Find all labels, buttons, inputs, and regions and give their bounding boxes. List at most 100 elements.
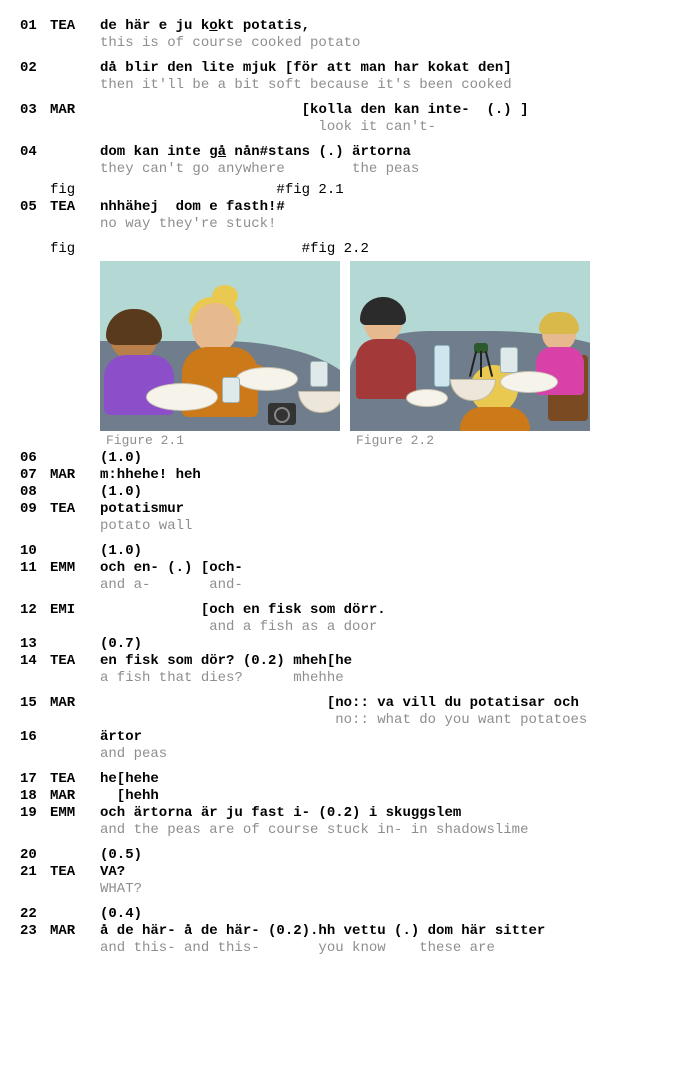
utterance: (1.0): [100, 484, 665, 500]
gloss-text: look it can't-: [100, 119, 665, 135]
speaker-label: fig: [50, 241, 100, 257]
transcript-row: 21TEAVA?: [20, 864, 665, 880]
transcript-row: 06 (1.0): [20, 450, 665, 466]
gloss-row: and a- and-: [20, 577, 665, 593]
speaker-label: fig: [50, 182, 100, 198]
fig-reference: #fig 2.2: [100, 241, 665, 257]
transcript-row: 03MAR [kolla den kan inte- (.) ]: [20, 102, 665, 118]
gloss-row: then it'll be a bit soft because it's be…: [20, 77, 665, 93]
figures-row: Figure 2.1 Figure 2.2: [100, 261, 665, 448]
gloss-text: and the peas are of course stuck in- in …: [100, 822, 665, 838]
line-number: 02: [20, 60, 50, 76]
line-number: 06: [20, 450, 50, 466]
line-number: 04: [20, 144, 50, 160]
utterance: en fisk som dör? (0.2) mheh[he: [100, 653, 665, 669]
speaker-label: TEA: [50, 771, 100, 787]
utterance: och en- (.) [och-: [100, 560, 665, 576]
utterance: å de här- å de här- (0.2).hh vettu (.) d…: [100, 923, 665, 939]
transcript-row: 13(0.7): [20, 636, 665, 652]
line-number: 10: [20, 543, 50, 559]
gloss-text: WHAT?: [100, 881, 665, 897]
line-number: 14: [20, 653, 50, 669]
fig-reference: #fig 2.1: [100, 182, 665, 198]
speaker-label: MAR: [50, 695, 100, 711]
gloss-row: no way they're stuck!: [20, 216, 665, 232]
gloss-text: and a- and-: [100, 577, 665, 593]
fig-reference-row: fig #fig 2.1: [20, 182, 665, 198]
speaker-label: TEA: [50, 653, 100, 669]
gloss-text: no way they're stuck!: [100, 216, 665, 232]
line-number: 11: [20, 560, 50, 576]
line-number: 15: [20, 695, 50, 711]
utterance: då blir den lite mjuk [för att man har k…: [100, 60, 665, 76]
gloss-row: and peas: [20, 746, 665, 762]
utterance: [hehh: [100, 788, 665, 804]
utterance: [kolla den kan inte- (.) ]: [100, 102, 665, 118]
transcript-row: 16ärtor: [20, 729, 665, 745]
utterance: VA?: [100, 864, 665, 880]
utterance: potatismur: [100, 501, 665, 517]
gloss-text: and a fish as a door: [100, 619, 665, 635]
transcript-row: 09TEApotatismur: [20, 501, 665, 517]
gloss-row: and the peas are of course stuck in- in …: [20, 822, 665, 838]
line-number: 23: [20, 923, 50, 939]
line-number: 19: [20, 805, 50, 821]
gloss-row: and a fish as a door: [20, 619, 665, 635]
gloss-text: they can't go anywhere the peas: [100, 161, 665, 177]
utterance: m:hhehe! heh: [100, 467, 665, 483]
utterance: nhhähej dom e fasth!#: [100, 199, 665, 215]
speaker-label: MAR: [50, 467, 100, 483]
line-number: 17: [20, 771, 50, 787]
gloss-text: then it'll be a bit soft because it's be…: [100, 77, 665, 93]
line-number: 03: [20, 102, 50, 118]
line-number: 18: [20, 788, 50, 804]
transcript-row: 04dom kan inte gå nån#stans (.) ärtorna: [20, 144, 665, 160]
line-number: 21: [20, 864, 50, 880]
line-number: 07: [20, 467, 50, 483]
utterance: he[hehe: [100, 771, 665, 787]
transcript-row: 07MARm:hhehe! heh: [20, 467, 665, 483]
speaker-label: MAR: [50, 102, 100, 118]
transcript-row: 01TEAde här e ju kokt potatis,: [20, 18, 665, 34]
gloss-text: a fish that dies? mhehhe: [100, 670, 665, 686]
transcript-row: 18MAR [hehh: [20, 788, 665, 804]
gloss-row: no:: what do you want potatoes: [20, 712, 665, 728]
gloss-text: and this- and this- you know these are: [100, 940, 665, 956]
gloss-row: a fish that dies? mhehhe: [20, 670, 665, 686]
utterance: [no:: va vill du potatisar och: [100, 695, 665, 711]
utterance: (0.4): [100, 906, 665, 922]
transcript-row: 20(0.5): [20, 847, 665, 863]
line-number: 22: [20, 906, 50, 922]
transcript-row: 12EMI [och en fisk som dörr.: [20, 602, 665, 618]
transcript-row: 22 (0.4): [20, 906, 665, 922]
speaker-label: TEA: [50, 501, 100, 517]
transcript-row: 17TEAhe[hehe: [20, 771, 665, 787]
gloss-text: and peas: [100, 746, 665, 762]
transcript-row: 14TEAen fisk som dör? (0.2) mheh[he: [20, 653, 665, 669]
utterance: (1.0): [100, 543, 665, 559]
speaker-label: EMM: [50, 805, 100, 821]
gloss-row: look it can't-: [20, 119, 665, 135]
speaker-label: TEA: [50, 18, 100, 34]
utterance: [och en fisk som dörr.: [100, 602, 665, 618]
gloss-row: and this- and this- you know these are: [20, 940, 665, 956]
transcript-row: 08(1.0): [20, 484, 665, 500]
utterance: (1.0): [100, 450, 665, 466]
line-number: 01: [20, 18, 50, 34]
utterance: (0.5): [100, 847, 665, 863]
speaker-label: TEA: [50, 864, 100, 880]
transcript-row: 02 då blir den lite mjuk [för att man har…: [20, 60, 665, 76]
gloss-text: no:: what do you want potatoes: [100, 712, 665, 728]
utterance: och ärtorna är ju fast i- (0.2) i skuggs…: [100, 805, 665, 821]
gloss-row: potato wall: [20, 518, 665, 534]
speaker-label: MAR: [50, 788, 100, 804]
figure-caption: Figure 2.2: [350, 433, 590, 448]
speaker-label: MAR: [50, 923, 100, 939]
transcript-row: 19EMMoch ärtorna är ju fast i- (0.2) i s…: [20, 805, 665, 821]
gloss-row: WHAT?: [20, 881, 665, 897]
line-number: 05: [20, 199, 50, 215]
utterance: ärtor: [100, 729, 665, 745]
utterance: de här e ju kokt potatis,: [100, 18, 665, 34]
figure-caption: Figure 2.1: [100, 433, 340, 448]
utterance: (0.7): [100, 636, 665, 652]
